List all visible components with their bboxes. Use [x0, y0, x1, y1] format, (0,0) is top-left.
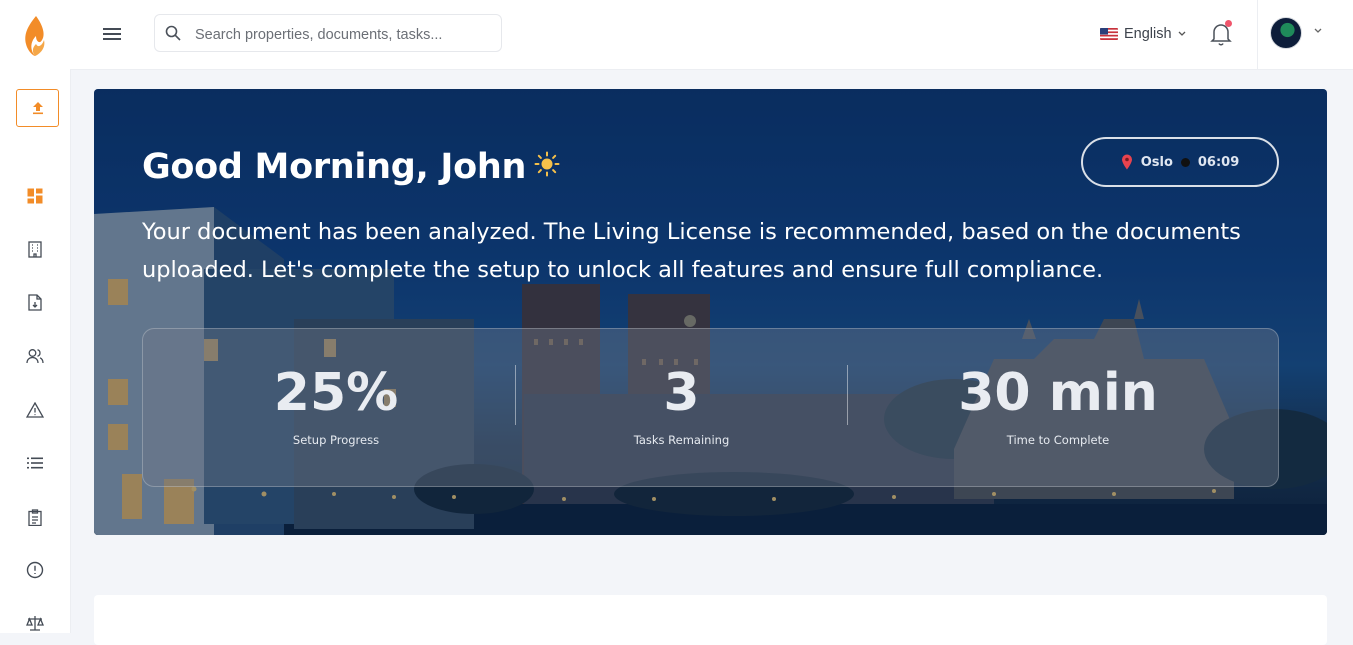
sidebar-item-dashboard[interactable]	[24, 185, 46, 207]
stat-label: Time to Complete	[1006, 433, 1110, 447]
users-icon	[26, 349, 44, 364]
search-icon	[165, 25, 181, 41]
welcome-banner: Good Morning, John Oslo 06:09 Your docum…	[94, 89, 1327, 535]
scale-icon	[26, 616, 44, 631]
sidebar-item-compliance[interactable]	[24, 612, 46, 634]
hamburger-icon	[103, 28, 121, 40]
dashboard-icon	[27, 188, 43, 204]
stat-time-to-complete: 30 min Time to Complete	[848, 329, 1268, 488]
sidebar	[0, 0, 71, 633]
sidebar-item-risks[interactable]	[24, 399, 46, 421]
clipboard-icon	[28, 508, 42, 526]
document-icon	[28, 293, 42, 311]
menu-toggle-button[interactable]	[102, 24, 122, 44]
stat-value: 30 min	[958, 363, 1158, 423]
warning-icon	[26, 402, 44, 418]
topbar: English	[70, 0, 1353, 70]
greeting-heading: Good Morning, John	[142, 147, 527, 187]
chevron-down-icon	[1314, 28, 1322, 33]
search-bar	[154, 14, 502, 52]
stat-tasks-remaining: 3 Tasks Remaining	[516, 329, 847, 488]
notification-badge	[1225, 20, 1232, 27]
sidebar-item-properties[interactable]	[24, 238, 46, 260]
list-icon	[27, 457, 43, 469]
avatar	[1270, 17, 1302, 49]
location-time-badge: Oslo 06:09	[1081, 137, 1279, 187]
chevron-down-icon	[1178, 31, 1186, 36]
search-input[interactable]	[193, 23, 497, 47]
sidebar-item-documents[interactable]	[24, 291, 46, 313]
stat-setup-progress: 25% Setup Progress	[143, 329, 529, 488]
building-icon	[28, 240, 42, 258]
sidebar-item-users[interactable]	[24, 345, 46, 367]
language-selector[interactable]: English	[1100, 24, 1186, 44]
location-label: Oslo	[1140, 154, 1173, 170]
analysis-message: Your document has been analyzed. The Liv…	[142, 219, 1241, 283]
stat-label: Tasks Remaining	[633, 433, 730, 447]
sidebar-item-tasks[interactable]	[24, 506, 46, 528]
user-menu[interactable]	[1257, 0, 1353, 69]
map-pin-icon	[1121, 154, 1132, 170]
language-label: English	[1124, 26, 1172, 42]
upload-icon	[32, 102, 43, 115]
stat-label: Setup Progress	[292, 433, 380, 447]
stat-value: 25%	[273, 363, 399, 423]
upload-button[interactable]	[16, 89, 59, 127]
local-time: 06:09	[1197, 154, 1240, 170]
flame-logo-icon[interactable]	[22, 14, 48, 58]
sidebar-item-alerts[interactable]	[24, 559, 46, 581]
stat-value: 3	[663, 363, 700, 423]
setup-stats-panel: 25% Setup Progress 3 Tasks Remaining 30 …	[142, 328, 1279, 487]
separator-dot	[1180, 157, 1190, 167]
alert-circle-icon	[26, 561, 44, 579]
sidebar-item-list[interactable]	[24, 452, 46, 474]
us-flag-icon	[1100, 28, 1118, 40]
sun-icon	[534, 151, 560, 177]
content-card	[94, 595, 1327, 645]
